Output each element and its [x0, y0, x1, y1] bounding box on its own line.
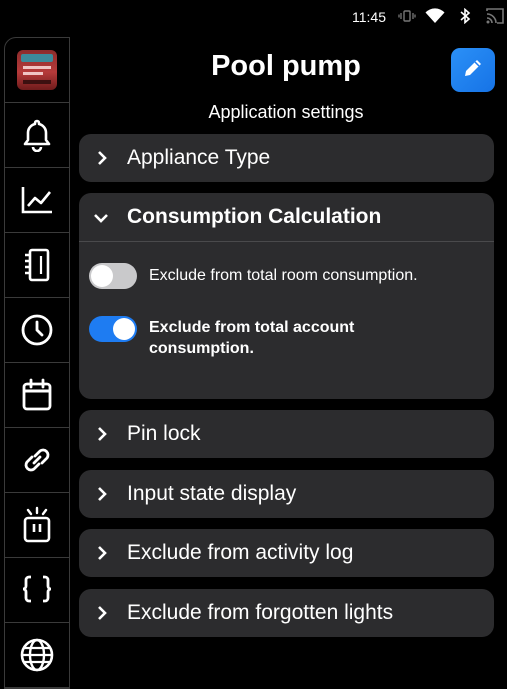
edit-button[interactable] [451, 48, 495, 92]
section-title: Appliance Type [127, 146, 271, 169]
sidebar [4, 37, 70, 689]
status-bar: 11:45 [0, 0, 507, 34]
chevron-right-icon [96, 426, 108, 447]
device-thumbnail [17, 50, 57, 90]
sidebar-item-schedule[interactable] [5, 363, 69, 428]
chevron-right-icon [96, 605, 108, 626]
sidebar-item-device[interactable] [5, 38, 69, 103]
sidebar-item-statistics[interactable] [5, 168, 69, 233]
sidebar-item-logbook[interactable] [5, 233, 69, 298]
wifi-icon [425, 8, 445, 29]
sidebar-item-notifications[interactable] [5, 103, 69, 168]
section-input-state-display[interactable]: Input state display [79, 470, 494, 518]
cast-icon [486, 8, 504, 29]
pencil-icon [461, 56, 485, 85]
sidebar-item-network[interactable] [5, 623, 69, 688]
section-consumption-calculation: Consumption Calculation Exclude from tot… [79, 193, 494, 399]
exclude-account-consumption-toggle[interactable] [89, 316, 137, 342]
sidebar-item-history[interactable] [5, 298, 69, 363]
line-chart-icon [20, 185, 54, 215]
bluetooth-icon [459, 7, 471, 29]
section-title: Exclude from forgotten lights [127, 601, 394, 624]
section-title: Exclude from activity log [127, 541, 354, 564]
device-signal-icon [20, 506, 54, 544]
page-title: Pool pump [211, 50, 361, 82]
bell-icon [21, 118, 53, 152]
section-exclude-forgotten-lights[interactable]: Exclude from forgotten lights [79, 589, 494, 637]
section-title: Pin lock [127, 422, 201, 445]
section-header[interactable]: Consumption Calculation [79, 193, 494, 241]
section-title: Input state display [127, 482, 297, 505]
code-braces-icon [20, 574, 54, 606]
sidebar-item-inputs[interactable] [5, 493, 69, 558]
calendar-icon [21, 378, 53, 412]
chevron-right-icon [96, 486, 108, 507]
section-exclude-activity-log[interactable]: Exclude from activity log [79, 529, 494, 577]
clock-icon [20, 313, 54, 347]
globe-icon [19, 637, 55, 673]
page-subtitle: Application settings [208, 102, 364, 122]
status-time: 11:45 [352, 9, 386, 25]
section-pin-lock[interactable]: Pin lock [79, 410, 494, 458]
sidebar-item-scripts[interactable] [5, 558, 69, 623]
sidebar-item-links[interactable] [5, 428, 69, 493]
chevron-right-icon [96, 545, 108, 566]
exclude-room-consumption-label: Exclude from total room consumption. [149, 267, 418, 284]
link-icon [19, 443, 55, 477]
section-title: Consumption Calculation [127, 205, 382, 228]
log-book-icon [21, 248, 53, 282]
section-appliance-type[interactable]: Appliance Type [79, 134, 494, 182]
divider [79, 241, 494, 242]
chevron-down-icon [93, 211, 109, 229]
exclude-account-consumption-label: Exclude from total account consumption. [149, 319, 355, 357]
exclude-room-consumption-toggle[interactable] [89, 263, 137, 289]
chevron-right-icon [96, 150, 108, 171]
vibrate-icon [398, 8, 416, 29]
